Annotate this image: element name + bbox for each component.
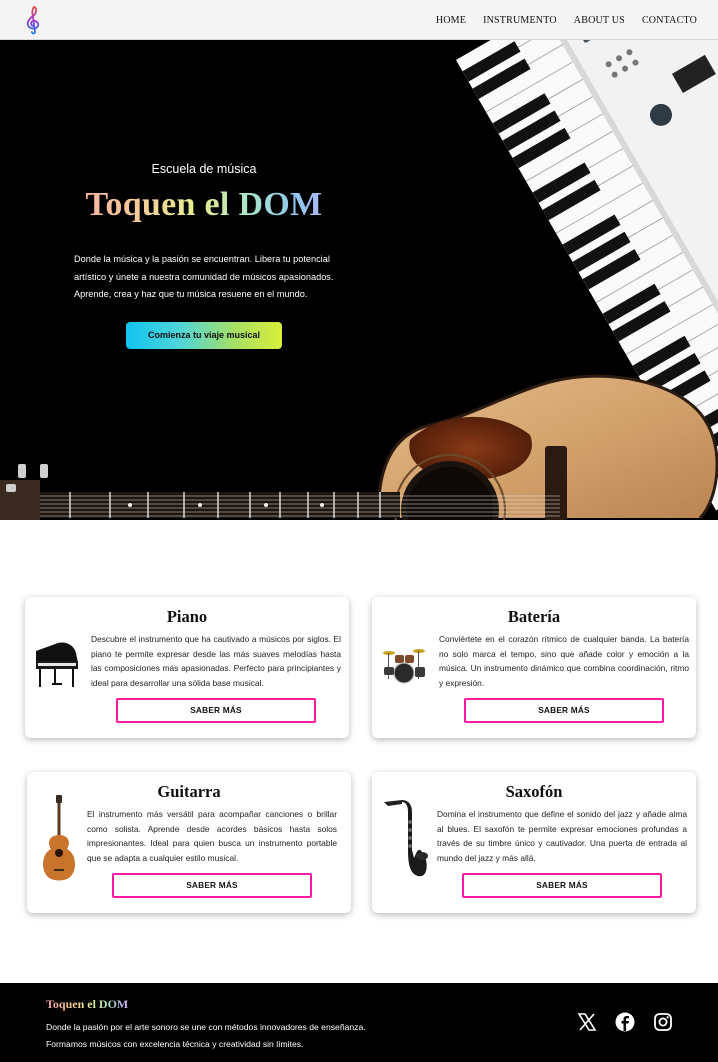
instrument-card-guitarra: Guitarra El instrumento más versátil par… [27,772,351,913]
facebook-icon[interactable] [615,1012,635,1032]
instrument-card-saxofon: Saxofón Domina el instrumento que define… [372,772,696,913]
footer-description: Donde la pasión por el arte sonoro se un… [46,1019,446,1053]
site-footer: Toquen el DOM Donde la pasión por el art… [0,983,718,1062]
x-icon[interactable] [577,1012,597,1032]
card-title: Batería [507,607,561,626]
saber-mas-button[interactable]: SABER MÁS [464,698,664,723]
nav-contacto-link[interactable]: CONTACTO [642,15,697,26]
card-description: Conviértete en el corazón rítmico de cua… [439,634,689,688]
footer-line-2: Formamos músicos con excelencia técnica … [46,1039,304,1049]
hero-title: Toquen el DOM [54,186,354,224]
treble-clef-logo-icon[interactable] [24,5,42,35]
grand-piano-icon [36,642,78,687]
top-navbar: HOME INSTRUMENTO ABOUT US CONTACTO [0,0,718,40]
instrument-card-piano: Piano Descubre el instrumento que ha cau… [25,597,349,738]
card-description: El instrumento más versátil para acompañ… [87,809,337,863]
nav-links: HOME INSTRUMENTO ABOUT US CONTACTO [436,0,697,40]
footer-line-1: Donde la pasión por el arte sonoro se un… [46,1022,366,1032]
footer-brand: Toquen el DOM [46,997,129,1011]
hero-section: Escuela de música Toquen el DOM Donde la… [0,40,718,520]
instrument-card-bateria: Batería Conviértete en el corazón rítmic… [372,597,696,738]
card-description: Descubre el instrumento que ha cautivado… [91,634,341,688]
guitar-icon [43,795,75,881]
nav-instrumento-link[interactable]: INSTRUMENTO [483,15,557,26]
card-description: Domina el instrumento que define el soni… [437,809,687,863]
saber-mas-button[interactable]: SABER MÁS [116,698,316,723]
drum-kit-icon [383,649,425,684]
saber-mas-button[interactable]: SABER MÁS [112,873,312,898]
hero-subtitle: Escuela de música [151,162,257,176]
instagram-icon[interactable] [653,1012,673,1032]
start-journey-button[interactable]: Comienza tu viaje musical [126,322,282,349]
hero-description: Donde la música y la pasión se encuentra… [74,254,334,299]
card-title: Piano [166,607,208,626]
saxophone-icon [384,800,428,877]
saber-mas-button[interactable]: SABER MÁS [462,873,662,898]
nav-about-link[interactable]: ABOUT US [574,15,625,26]
nav-home-link[interactable]: HOME [436,15,466,26]
